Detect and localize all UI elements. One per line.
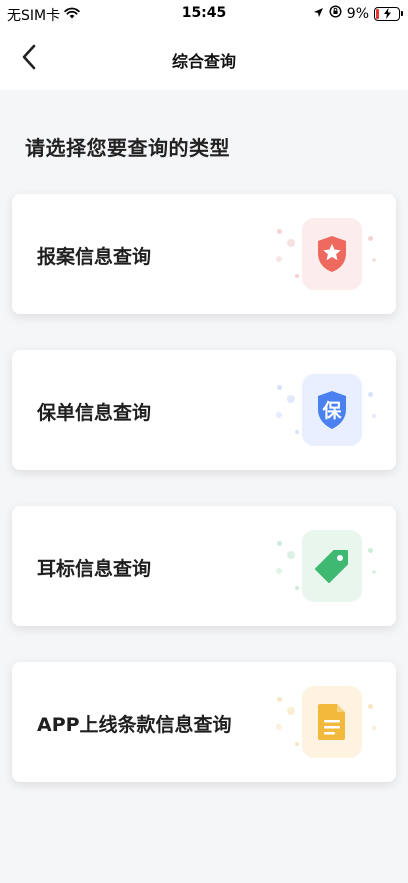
document-icon — [302, 686, 362, 758]
status-bar: 无SIM卡 15:45 9% — [0, 0, 408, 28]
card-eartag-query[interactable]: 耳标信息查询 — [12, 506, 396, 626]
location-arrow-icon — [313, 6, 324, 22]
status-right: 9% — [313, 5, 403, 22]
card-label: 保单信息查询 — [37, 402, 152, 424]
shield-star-icon — [302, 218, 362, 290]
orientation-lock-icon — [329, 5, 342, 22]
battery-icon — [374, 6, 403, 21]
page-title: 综合查询 — [171, 52, 236, 71]
card-label: 耳标信息查询 — [37, 558, 152, 580]
battery-percent: 9% — [346, 5, 369, 22]
tag-icon — [302, 530, 362, 602]
shield-bao-icon: 保 — [302, 374, 362, 446]
shield-glyph: 保 — [321, 399, 342, 422]
card-label: 报案信息查询 — [37, 246, 152, 268]
section-title: 请选择您要查询的类型 — [25, 136, 230, 160]
card-policy-query[interactable]: 保单信息查询 保 — [12, 350, 396, 470]
card-terms-query[interactable]: APP上线条款信息查询 — [12, 662, 396, 782]
card-report-query[interactable]: 报案信息查询 — [12, 194, 396, 314]
nav-bar: 综合查询 — [0, 28, 408, 90]
card-label: APP上线条款信息查询 — [37, 714, 232, 736]
